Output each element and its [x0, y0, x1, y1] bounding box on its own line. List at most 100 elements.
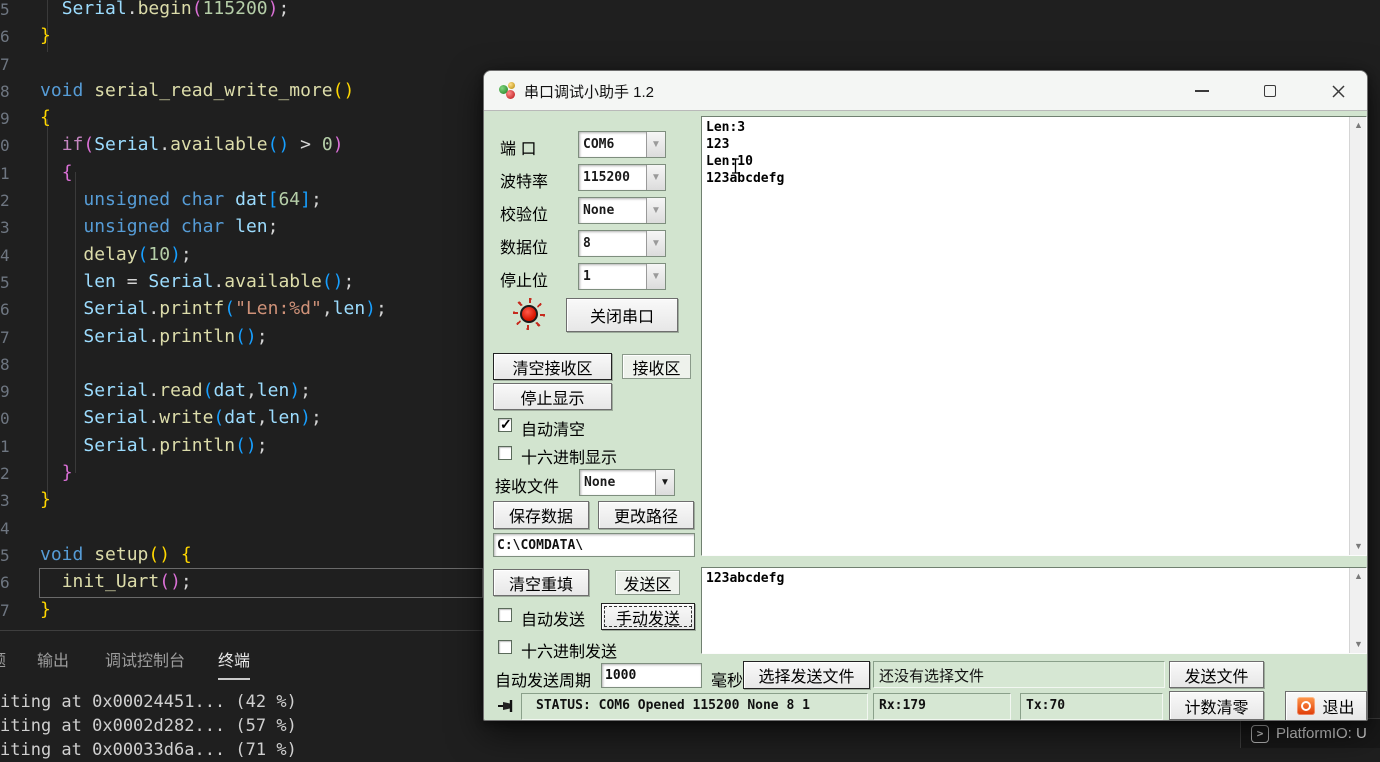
text-cursor — [731, 158, 740, 179]
setting-select-1[interactable]: 115200 ▼ — [578, 164, 666, 191]
receive-file-value: None — [584, 475, 616, 490]
chevron-down-icon[interactable]: ▼ — [646, 231, 665, 256]
auto-send-period-label: 自动发送周期 — [495, 673, 592, 690]
line-number: 5 — [0, 0, 10, 19]
line-number: 1 — [0, 436, 10, 456]
minimize-button[interactable] — [1174, 71, 1230, 111]
app-icon — [498, 82, 516, 100]
setting-value: 8 — [583, 236, 591, 251]
platformio-terminal-icon: > — [1251, 724, 1269, 743]
code-line: { — [61, 161, 73, 183]
receive-area[interactable]: Len:3 123 Len:10 123abcdefg ▲ ▼ — [701, 116, 1367, 556]
code-line: Serial.println(); — [83, 325, 268, 347]
scroll-down-icon[interactable]: ▼ — [1350, 636, 1366, 653]
line-number: 7 — [0, 327, 10, 347]
save-data-button[interactable]: 保存数据 — [493, 501, 589, 529]
line-number: 7 — [0, 54, 10, 74]
line-number: 1 — [0, 163, 10, 183]
code-line: Serial.println(); — [83, 434, 268, 456]
setting-select-4[interactable]: 1 ▼ — [578, 263, 666, 290]
receive-zone-label: 接收区 — [622, 354, 691, 379]
code-line: Serial.begin(115200); — [61, 0, 290, 19]
clear-receive-button[interactable]: 清空接收区 — [493, 353, 612, 380]
terminal-line: iting at 0x00024451... (42 %) — [0, 692, 297, 712]
platformio-status-text: PlatformIO: U — [1276, 725, 1367, 742]
scroll-up-icon[interactable]: ▲ — [1350, 117, 1366, 134]
line-number: 5 — [0, 545, 10, 565]
setting-select-3[interactable]: 8 ▼ — [578, 230, 666, 257]
manual-send-button[interactable]: 手动发送 — [601, 603, 695, 630]
chevron-down-icon[interactable]: ▼ — [646, 264, 665, 289]
rx-counter-field: Rx:179 — [873, 693, 1011, 720]
save-path-field[interactable]: C:\COMDATA\ — [493, 533, 695, 557]
hex-send-label: 十六进制发送 — [521, 644, 618, 661]
scroll-up-icon[interactable]: ▲ — [1350, 568, 1366, 585]
panel-tab-0[interactable]: 题 — [0, 647, 6, 671]
send-file-button[interactable]: 发送文件 — [1169, 661, 1264, 688]
send-scrollbar[interactable]: ▲ ▼ — [1349, 568, 1366, 653]
stop-display-button[interactable]: 停止显示 — [493, 383, 612, 410]
terminal-line: iting at 0x0002d282... (57 %) — [0, 716, 297, 736]
chevron-down-icon[interactable]: ▼ — [646, 198, 665, 223]
code-line: } — [61, 462, 73, 484]
setting-value: COM6 — [583, 137, 615, 152]
terminal-line: iting at 0x00033d6a... (71 %) — [0, 740, 297, 760]
reset-counters-button[interactable]: 计数清零 — [1169, 691, 1264, 720]
tx-counter-field: Tx:70 — [1020, 693, 1163, 720]
setting-label-2: 校验位 — [500, 207, 549, 224]
chevron-down-icon[interactable]: ▼ — [646, 165, 665, 190]
exit-button[interactable]: 退出 — [1285, 691, 1367, 720]
panel-tab-3[interactable]: 终端 — [218, 647, 251, 680]
line-number: 5 — [0, 272, 10, 292]
setting-value: None — [583, 203, 615, 218]
close-icon — [1331, 84, 1345, 98]
auto-send-period-input[interactable]: 1000 — [601, 663, 702, 688]
send-text: 123abcdefg — [706, 571, 785, 586]
maximize-button[interactable] — [1242, 71, 1298, 111]
scroll-down-icon[interactable]: ▼ — [1350, 538, 1366, 555]
line-number: 8 — [0, 81, 10, 101]
setting-label-1: 波特率 — [500, 174, 549, 191]
line-number: 7 — [0, 600, 10, 620]
setting-label-3: 数据位 — [500, 240, 549, 257]
setting-select-0[interactable]: COM6 ▼ — [578, 131, 666, 158]
code-line: unsigned char len; — [83, 216, 279, 238]
status-field: STATUS: COM6 Opened 115200 None 8 1 — [521, 693, 868, 720]
receive-scrollbar[interactable]: ▲ ▼ — [1349, 117, 1366, 555]
auto-send-checkbox[interactable]: ✓ — [498, 608, 512, 622]
code-line: } — [40, 489, 51, 511]
line-number: 8 — [0, 354, 10, 374]
line-number: 0 — [0, 136, 10, 156]
panel-tab-2[interactable]: 调试控制台 — [105, 647, 185, 671]
panel-tab-1[interactable]: 输出 — [37, 647, 69, 671]
change-path-button[interactable]: 更改路径 — [598, 501, 694, 529]
line-number: 6 — [0, 27, 10, 47]
code-line: } — [40, 25, 51, 47]
code-line: len = Serial.available(); — [83, 270, 355, 292]
setting-select-2[interactable]: None ▼ — [578, 197, 666, 224]
auto-clear-checkbox[interactable]: ✓ — [498, 416, 512, 432]
exit-label: 退出 — [1322, 700, 1355, 717]
window-title: 串口调试小助手 1.2 — [524, 84, 655, 101]
terminal-output[interactable]: iting at 0x00024451... (42 %) iting at 0x… — [0, 690, 480, 762]
line-number: 9 — [0, 382, 10, 402]
hex-send-checkbox[interactable]: ✓ — [498, 640, 512, 654]
choose-send-file-button[interactable]: 选择发送文件 — [743, 661, 870, 689]
close-port-button[interactable]: 关闭串口 — [566, 298, 678, 332]
chevron-down-icon[interactable]: ▼ — [646, 132, 665, 157]
hex-display-checkbox[interactable]: ✓ — [498, 446, 512, 460]
window-titlebar[interactable]: 串口调试小助手 1.2 — [484, 71, 1367, 111]
status-bar-platformio[interactable]: > PlatformIO: U — [1240, 718, 1380, 748]
send-area[interactable]: 123abcdefg ▲ ▼ — [701, 567, 1367, 654]
chevron-down-icon[interactable]: ▼ — [655, 470, 674, 495]
clear-send-button[interactable]: 清空重填 — [493, 569, 589, 596]
setting-value: 115200 — [583, 170, 630, 185]
receive-text: Len:3 123 Len:10 123abcdefg — [706, 120, 785, 186]
send-zone-label: 发送区 — [615, 570, 680, 595]
receive-file-select[interactable]: None ▼ — [579, 469, 675, 496]
close-button[interactable] — [1310, 71, 1366, 111]
line-number: 2 — [0, 191, 10, 211]
pin-icon[interactable] — [497, 696, 517, 720]
code-line: void serial_read_write_more() — [40, 79, 355, 101]
panel-tabs: 题 输出 调试控制台 终端 — [0, 645, 480, 683]
